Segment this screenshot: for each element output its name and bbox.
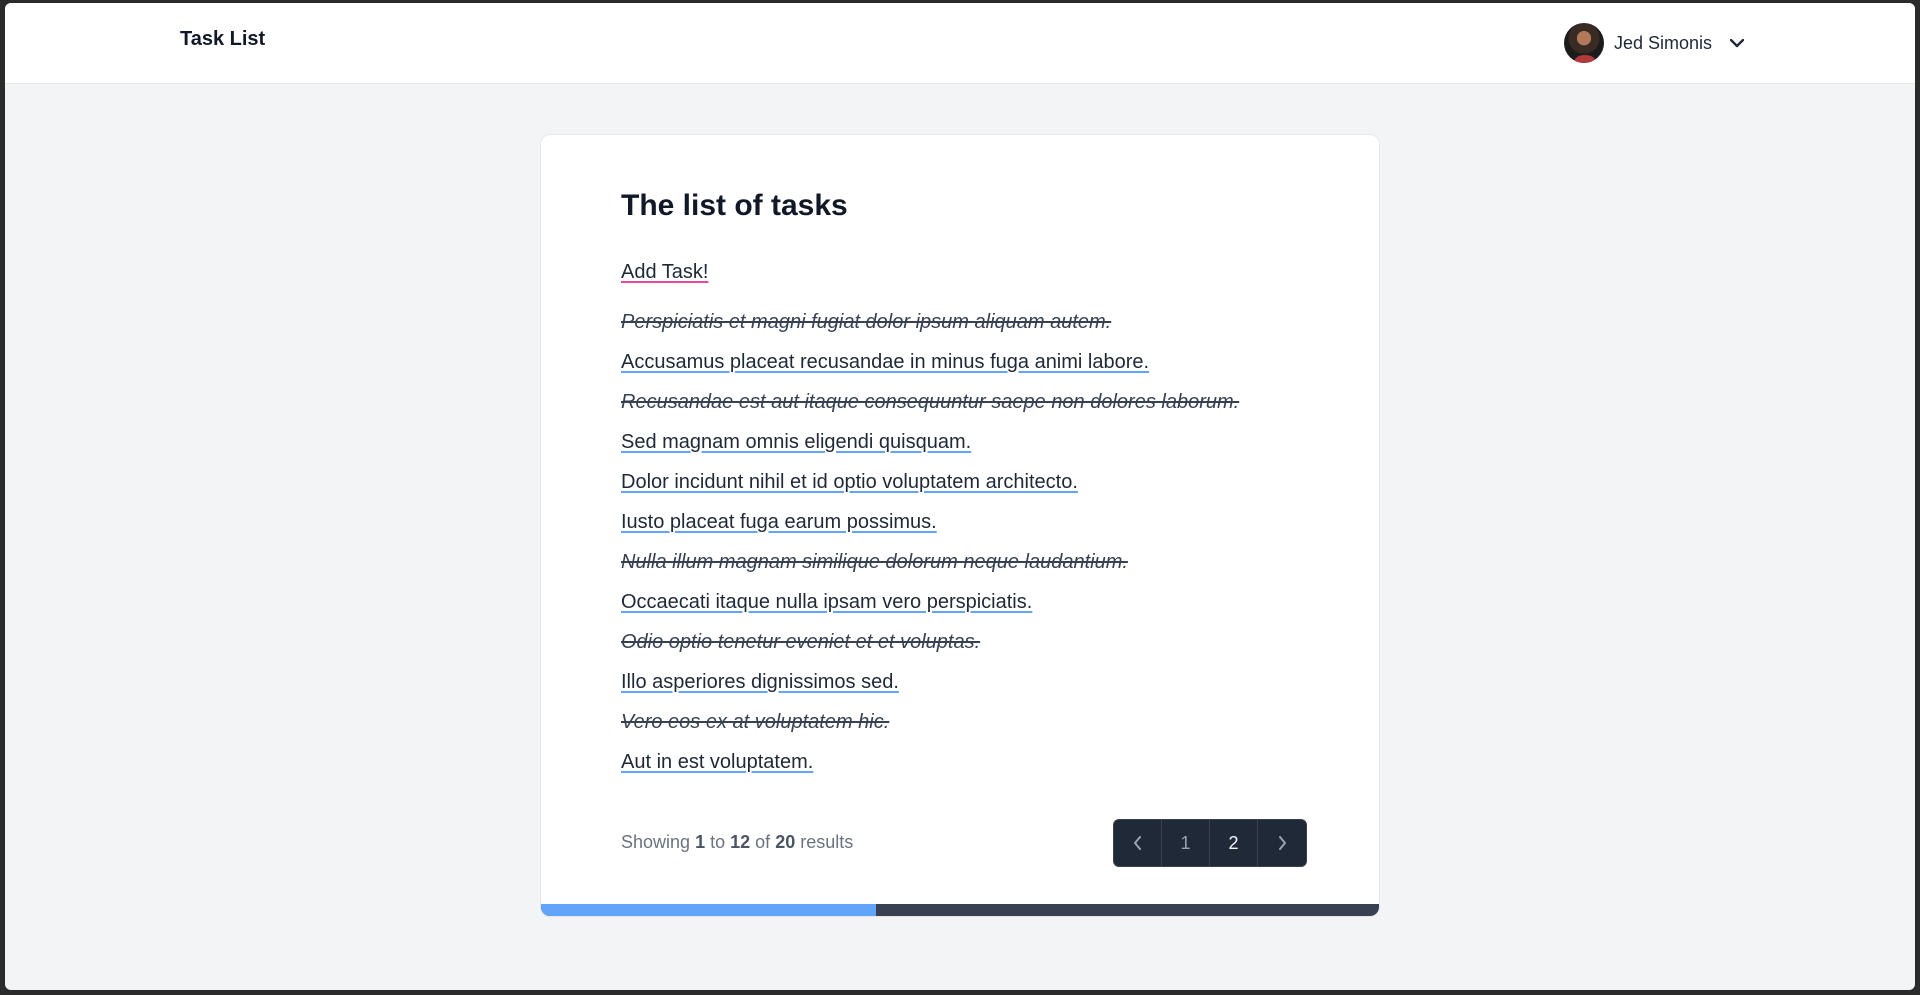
pagination: 1 2 (1113, 819, 1307, 867)
list-item: Sed magnam omnis eligendi quisquam. (621, 428, 1239, 468)
results-suffix: results (800, 832, 854, 852)
results-total: 20 (775, 832, 796, 852)
list-item: Accusamus placeat recusandae in minus fu… (621, 348, 1239, 388)
list-item: Iusto placeat fuga earum possimus. (621, 508, 1239, 548)
app-window: Task List Jed Simonis The list of tasks … (5, 3, 1915, 990)
page-2-button[interactable]: 2 (1210, 820, 1258, 866)
progress-bar (541, 904, 1379, 916)
list-item: Perspiciatis et magni fugiat dolor ipsum… (621, 308, 1239, 348)
task-link[interactable]: Accusamus placeat recusandae in minus fu… (621, 351, 1149, 373)
app-brand[interactable]: Task List (180, 28, 265, 51)
list-item: Vero eos ex at voluptatem hic. (621, 708, 1239, 748)
task-list-card: The list of tasks Add Task! Perspiciatis… (540, 134, 1380, 917)
task-link[interactable]: Illo asperiores dignissimos sed. (621, 671, 899, 693)
task-link[interactable]: Odio optio tenetur eveniet et et volupta… (621, 631, 980, 653)
task-link[interactable]: Dolor incidunt nihil et id optio volupta… (621, 471, 1078, 493)
list-item: Occaecati itaque nulla ipsam vero perspi… (621, 588, 1239, 628)
list-item: Illo asperiores dignissimos sed. (621, 668, 1239, 708)
chevron-right-icon (1278, 836, 1286, 850)
task-link[interactable]: Nulla illum magnam similique dolorum neq… (621, 551, 1128, 573)
task-link[interactable]: Vero eos ex at voluptatem hic. (621, 711, 889, 733)
progress-fill (541, 904, 877, 916)
task-link[interactable]: Perspiciatis et magni fugiat dolor ipsum… (621, 311, 1111, 333)
task-list: Perspiciatis et magni fugiat dolor ipsum… (621, 308, 1239, 788)
list-item: Odio optio tenetur eveniet et et volupta… (621, 628, 1239, 668)
results-of-word: of (755, 832, 771, 852)
task-link[interactable]: Aut in est voluptatem. (621, 751, 813, 773)
results-summary: Showing 1 to 12 of 20 results (621, 832, 853, 853)
results-to-word: to (710, 832, 726, 852)
chevron-down-icon (1728, 34, 1746, 52)
results-prefix: Showing (621, 832, 691, 852)
top-navbar: Task List Jed Simonis (5, 3, 1915, 84)
next-page-button[interactable] (1258, 820, 1306, 866)
results-to: 12 (730, 832, 751, 852)
task-link[interactable]: Iusto placeat fuga earum possimus. (621, 511, 937, 533)
list-item: Aut in est voluptatem. (621, 748, 1239, 788)
add-task-link[interactable]: Add Task! (621, 261, 708, 284)
chevron-left-icon (1134, 836, 1141, 850)
list-item: Recusandae est aut itaque consequuntur s… (621, 388, 1239, 428)
list-item: Nulla illum magnam similique dolorum neq… (621, 548, 1239, 588)
user-menu-button[interactable]: Jed Simonis (1564, 23, 1746, 63)
results-from: 1 (695, 832, 706, 852)
avatar (1564, 23, 1604, 63)
user-name: Jed Simonis (1614, 32, 1713, 53)
page-title: The list of tasks (621, 189, 848, 222)
list-item: Dolor incidunt nihil et id optio volupta… (621, 468, 1239, 508)
task-link[interactable]: Sed magnam omnis eligendi quisquam. (621, 431, 971, 453)
task-link[interactable]: Recusandae est aut itaque consequuntur s… (621, 391, 1239, 413)
page-1-button[interactable]: 1 (1162, 820, 1210, 866)
task-link[interactable]: Occaecati itaque nulla ipsam vero perspi… (621, 591, 1032, 613)
prev-page-button[interactable] (1114, 820, 1162, 866)
